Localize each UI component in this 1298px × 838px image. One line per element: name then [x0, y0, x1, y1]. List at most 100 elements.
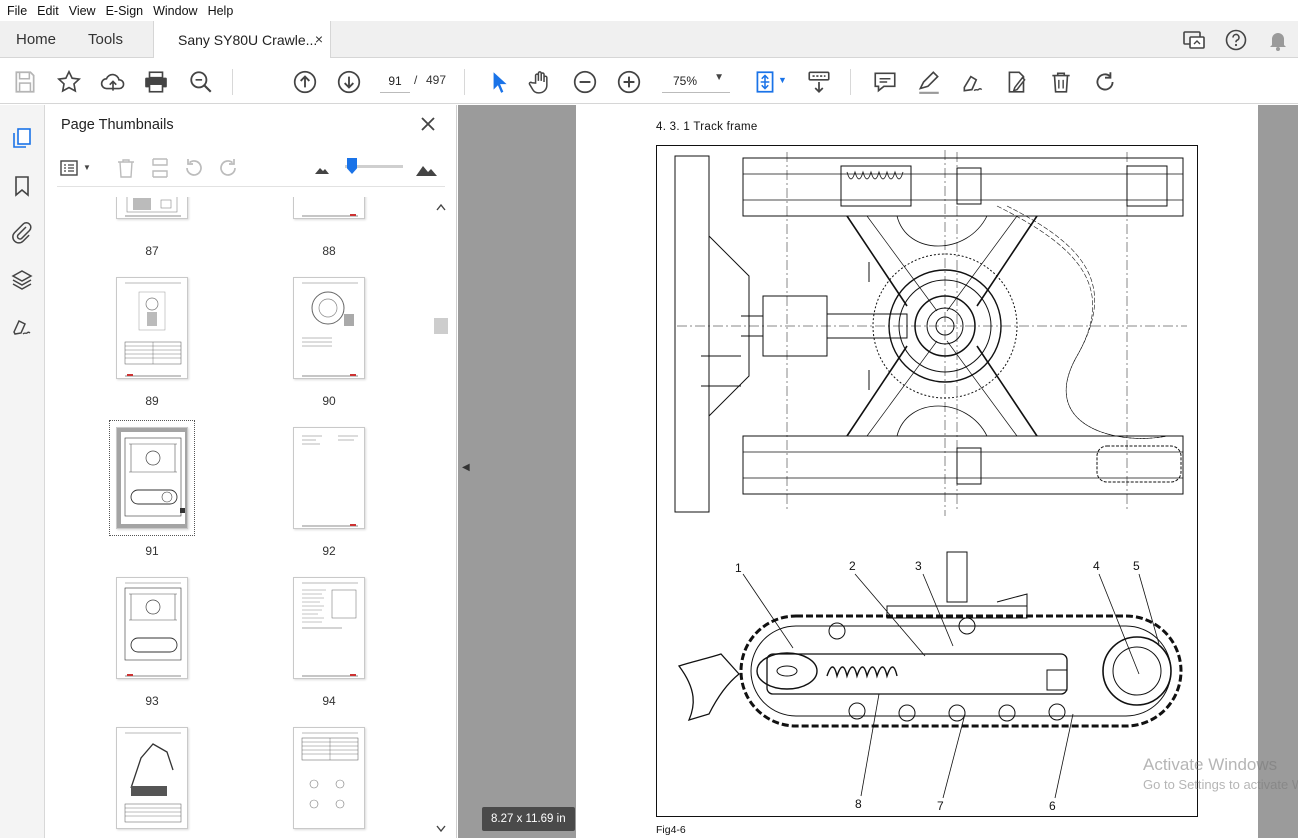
tab-document[interactable]: Sany SY80U Crawle... ×	[153, 21, 331, 58]
thumbnail-toolbar: ▼	[57, 149, 445, 187]
help-icon[interactable]	[1224, 28, 1248, 52]
thumbnail-page[interactable]	[116, 727, 188, 829]
share-screen-icon[interactable]	[1182, 28, 1206, 52]
track-frame-drawing: 1 2 3 4 5 8 7 6	[674, 150, 1187, 813]
select-cursor-icon[interactable]	[486, 69, 512, 95]
thumbnail-list: 87 88 89 90 91 92 93 94	[45, 197, 430, 838]
menu-help[interactable]: Help	[203, 4, 239, 18]
callout-label: 2	[849, 559, 856, 573]
watermark-line-2: Go to Settings to activate Windows.	[1143, 777, 1298, 792]
thumbnail-page[interactable]	[293, 197, 365, 219]
total-pages: 497	[426, 73, 447, 87]
thumbnail-page[interactable]	[116, 197, 188, 219]
chevron-down-icon: ▼	[714, 72, 724, 83]
thumbnail-page-number: 90	[322, 394, 336, 408]
watermark-line-1: Activate Windows	[1143, 755, 1278, 774]
scroll-mode-icon[interactable]	[806, 69, 832, 95]
thumbnail-page-number: 94	[322, 694, 336, 708]
thumbnail-page[interactable]	[293, 427, 365, 529]
figure-caption: Fig4-6	[656, 824, 686, 836]
toolbar-divider	[464, 69, 465, 95]
thumbnail-page[interactable]	[293, 277, 365, 379]
previous-page-icon[interactable]	[292, 69, 318, 95]
callout-label: 5	[1133, 559, 1140, 573]
tab-tools[interactable]: Tools	[88, 31, 123, 48]
callout-label: 8	[855, 797, 862, 811]
zoom-out-icon[interactable]	[572, 69, 598, 95]
zoom-level-select[interactable]: 75% ▼	[662, 69, 730, 93]
scrollbar-thumb[interactable]	[434, 318, 448, 334]
print-icon[interactable]	[143, 69, 169, 95]
highlight-pen-icon[interactable]	[916, 69, 942, 95]
collapse-panel-icon[interactable]: ◀	[462, 462, 470, 473]
tab-document-label: Sany SY80U Crawle...	[178, 32, 318, 48]
page-thumbnails-icon[interactable]	[10, 126, 34, 150]
thumbnail-page[interactable]	[293, 577, 365, 679]
thumbnail-page-number: 92	[322, 544, 336, 558]
navigation-rail	[0, 105, 45, 838]
menu-bar: File Edit View E-Sign Window Help	[0, 0, 1298, 21]
rotate-left-icon[interactable]	[183, 157, 205, 179]
callout-label: 1	[735, 561, 742, 575]
save-icon[interactable]	[12, 69, 38, 95]
thumbnail-page-number: 89	[145, 394, 159, 408]
scroll-down-icon[interactable]	[436, 825, 446, 833]
extract-page-icon[interactable]	[149, 157, 171, 179]
thumbnail-options-icon[interactable]	[59, 157, 81, 179]
thumbnail-page-number: 88	[322, 244, 336, 258]
bookmarks-icon[interactable]	[10, 174, 34, 198]
callout-label: 7	[937, 799, 944, 813]
next-page-icon[interactable]	[336, 69, 362, 95]
callout-label: 3	[915, 559, 922, 573]
delete-trash-icon[interactable]	[1048, 69, 1074, 95]
scroll-up-icon[interactable]	[436, 203, 446, 211]
thumbnail-page-number: 91	[145, 544, 159, 558]
fit-page-chevron-icon[interactable]: ▼	[778, 75, 787, 85]
close-tab-icon[interactable]: ×	[315, 31, 323, 47]
edit-document-icon[interactable]	[1004, 69, 1030, 95]
menu-window[interactable]: Window	[148, 4, 202, 18]
sign-pen-icon[interactable]	[960, 69, 986, 95]
thumbnail-page-selected[interactable]	[116, 427, 188, 529]
pdf-page: 4. 3. 1 Track frame 1 2 3 4 5 8 7 6 Fig4…	[576, 105, 1258, 838]
delete-page-icon[interactable]	[115, 157, 137, 179]
page-separator: /	[414, 73, 418, 87]
main-toolbar: 91 / 497 75% ▼ ▼	[0, 59, 1298, 104]
thumbnail-scrollbar[interactable]	[433, 197, 449, 838]
bookmark-star-icon[interactable]	[56, 69, 82, 95]
document-viewport[interactable]: ◀ 4. 3. 1 Track frame 1 2 3 4 5 8 7 6 Fi…	[458, 105, 1298, 838]
zoom-level-value: 75%	[673, 74, 698, 88]
zoom-in-icon[interactable]	[616, 69, 642, 95]
page-number-input[interactable]: 91	[380, 69, 410, 93]
rotate-right-icon[interactable]	[217, 157, 239, 179]
menu-view[interactable]: View	[64, 4, 101, 18]
notification-bell-icon[interactable]	[1266, 28, 1290, 52]
attachments-paperclip-icon[interactable]	[10, 220, 34, 244]
rotate-redo-icon[interactable]	[1092, 69, 1118, 95]
callout-label: 4	[1093, 559, 1100, 573]
tab-home[interactable]: Home	[16, 31, 56, 48]
thumbnail-page[interactable]	[116, 277, 188, 379]
callout-label: 6	[1049, 799, 1056, 813]
signatures-pen-icon[interactable]	[10, 314, 34, 338]
thumbnail-page[interactable]	[293, 727, 365, 829]
upload-cloud-icon[interactable]	[100, 69, 126, 95]
thumbnail-large-icon[interactable]	[415, 157, 437, 179]
comment-icon[interactable]	[872, 69, 898, 95]
zoom-search-icon[interactable]	[188, 69, 214, 95]
section-heading: 4. 3. 1 Track frame	[656, 121, 758, 133]
menu-file[interactable]: File	[2, 4, 32, 18]
menu-esign[interactable]: E-Sign	[101, 4, 149, 18]
thumbnail-page[interactable]	[116, 577, 188, 679]
toolbar-divider	[850, 69, 851, 95]
close-panel-icon[interactable]	[419, 115, 437, 133]
tab-bar: Home Tools Sany SY80U Crawle... ×	[0, 21, 1298, 58]
toolbar-divider	[232, 69, 233, 95]
fit-page-icon[interactable]	[752, 69, 778, 95]
options-chevron-icon[interactable]: ▼	[83, 163, 91, 172]
layers-icon[interactable]	[10, 268, 34, 292]
page-size-indicator: 8.27 x 11.69 in	[482, 807, 575, 831]
menu-edit[interactable]: Edit	[32, 4, 64, 18]
hand-tool-icon[interactable]	[528, 69, 554, 95]
thumbnail-small-icon[interactable]	[311, 157, 333, 179]
